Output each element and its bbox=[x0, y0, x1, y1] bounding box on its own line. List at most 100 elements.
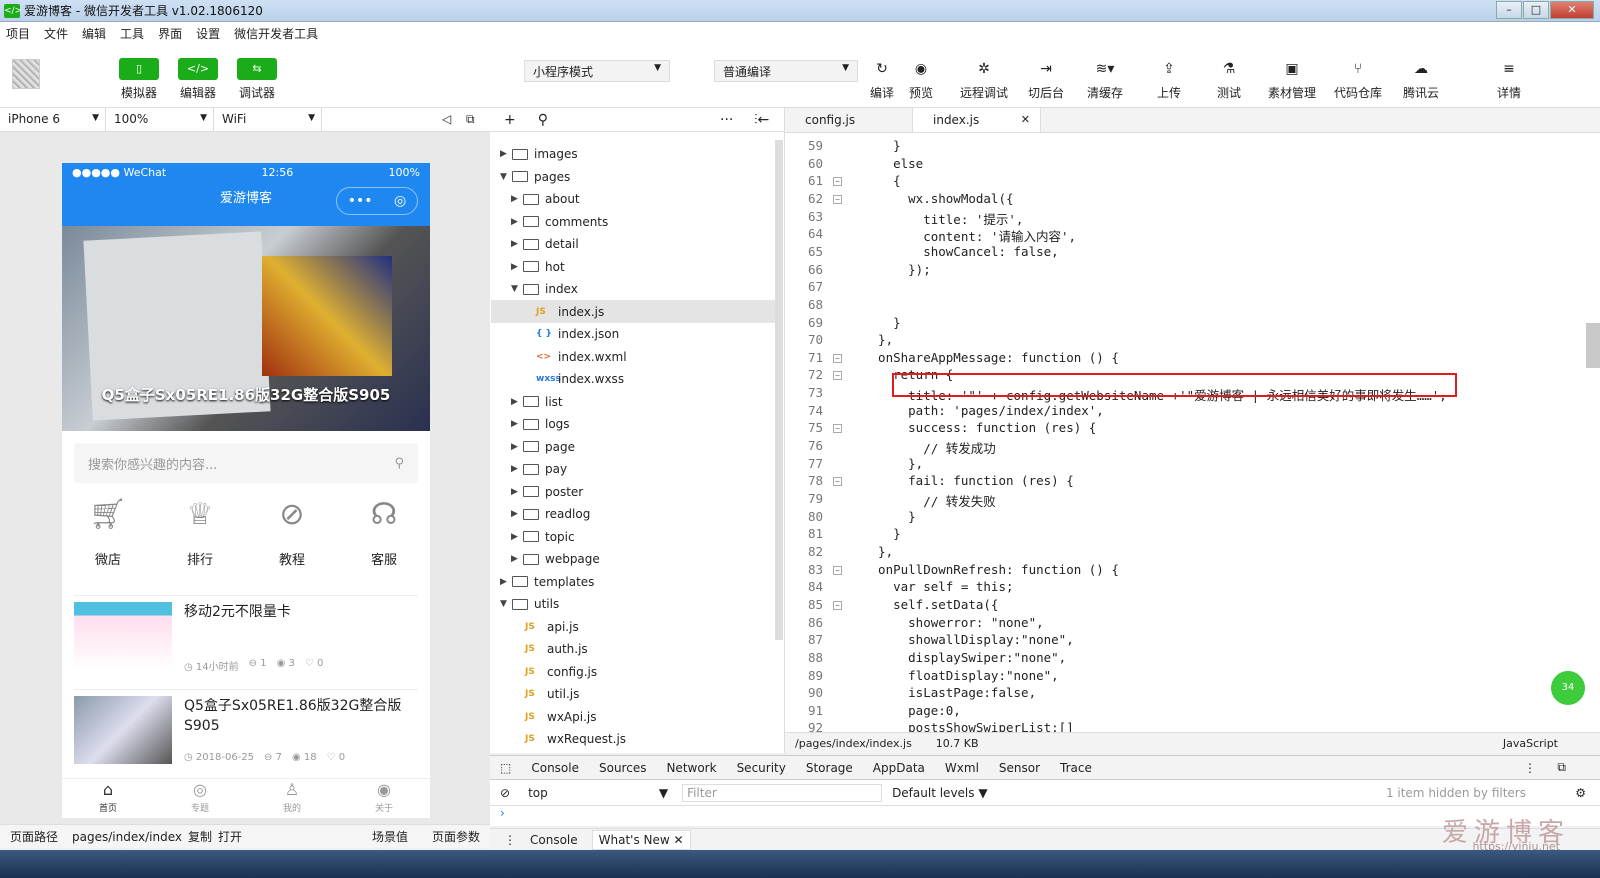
tree-item-index-json[interactable]: { } index.json bbox=[536, 323, 619, 345]
fold-toggle-icon[interactable]: − bbox=[833, 600, 842, 610]
tab-sensor[interactable]: Sensor bbox=[999, 761, 1040, 775]
category-rank[interactable]: ♕ 排行 bbox=[160, 497, 240, 568]
fold-toggle-icon[interactable]: − bbox=[833, 477, 842, 487]
category-tutorial[interactable]: ⊘ 教程 bbox=[252, 497, 332, 568]
language-mode[interactable]: JavaScript bbox=[1503, 737, 1558, 750]
fold-toggle-icon[interactable]: − bbox=[833, 565, 842, 575]
chevron-right-icon[interactable]: ▶ bbox=[511, 464, 523, 474]
more-icon[interactable]: ••• bbox=[348, 183, 373, 219]
menu-devtools[interactable]: 微信开发者工具 bbox=[234, 25, 318, 42]
editor-scrollbar[interactable] bbox=[1586, 323, 1600, 368]
fold-toggle-icon[interactable]: − bbox=[833, 194, 842, 204]
tree-item-topic[interactable]: ▶ topic bbox=[511, 526, 575, 548]
category-service[interactable]: ☊ 客服 bbox=[344, 497, 424, 568]
tab-console[interactable]: Console bbox=[531, 761, 579, 775]
fold-toggle-icon[interactable]: − bbox=[833, 424, 842, 434]
assets-button[interactable]: ▣ 素材管理 bbox=[1262, 58, 1322, 101]
chevron-right-icon[interactable]: ▶ bbox=[511, 487, 523, 497]
kebab-icon[interactable]: ⋮ bbox=[504, 833, 516, 847]
editor-toggle[interactable]: </> 编辑器 bbox=[178, 58, 218, 101]
tree-item-hot[interactable]: ▶ hot bbox=[511, 256, 565, 278]
tree-item-index-wxml[interactable]: <> index.wxml bbox=[536, 346, 627, 368]
repo-button[interactable]: ⑂ 代码仓库 bbox=[1328, 58, 1388, 101]
capsule-menu[interactable]: ••• ◎ bbox=[336, 187, 418, 215]
code-area[interactable]: 59 } 60 else 61− {62− wx.showModal({63 tit… bbox=[785, 133, 1600, 735]
volume-icon[interactable]: ◁ bbox=[442, 112, 451, 126]
tab-security[interactable]: Security bbox=[737, 761, 786, 775]
tree-item-index[interactable]: ▼ index bbox=[511, 278, 578, 300]
tree-item-readlog[interactable]: ▶ readlog bbox=[511, 503, 590, 525]
tree-item-webpage[interactable]: ▶ webpage bbox=[511, 548, 600, 570]
console-prompt[interactable]: › bbox=[490, 806, 1600, 826]
open-link[interactable]: 打开 bbox=[218, 828, 242, 845]
tree-item-index-wxss[interactable]: wxss index.wxss bbox=[536, 368, 624, 390]
drawer-tab-console[interactable]: Console bbox=[530, 833, 578, 847]
banner-swiper[interactable]: Q5盒子Sx05RE1.86版32G整合版S905 bbox=[62, 226, 430, 431]
tree-item-wxApi-js[interactable]: JS wxApi.js bbox=[525, 706, 596, 728]
context-select[interactable]: top ▼ bbox=[528, 786, 668, 800]
scene-value-button[interactable]: 场景值 bbox=[372, 828, 408, 845]
list-item[interactable]: Q5盒子Sx05RE1.86版32G整合版S905 ◷ 2018-06-25 ⊖… bbox=[74, 689, 418, 777]
tab-trace[interactable]: Trace bbox=[1060, 761, 1092, 775]
avatar[interactable] bbox=[12, 59, 40, 89]
simulator-toggle[interactable]: ▯ 模拟器 bbox=[119, 58, 159, 101]
tab-storage[interactable]: Storage bbox=[806, 761, 853, 775]
tab-sources[interactable]: Sources bbox=[599, 761, 646, 775]
chevron-right-icon[interactable]: ▶ bbox=[511, 194, 523, 204]
compile-select[interactable]: 普通编译 ▼ bbox=[714, 60, 858, 82]
minimize-button[interactable]: – bbox=[1496, 1, 1522, 19]
chevron-right-icon[interactable]: ▶ bbox=[511, 262, 523, 272]
dock-icon[interactable]: ⧉ bbox=[1557, 760, 1566, 775]
tab-about[interactable]: ◉ 关于 bbox=[338, 779, 430, 818]
tab-topics[interactable]: ◎ 专题 bbox=[154, 779, 246, 818]
chevron-right-icon[interactable]: ▶ bbox=[511, 554, 523, 564]
tree-item-list[interactable]: ▶ list bbox=[511, 391, 563, 413]
tree-item-poster[interactable]: ▶ poster bbox=[511, 481, 583, 503]
tree-item-images[interactable]: ▶ images bbox=[500, 143, 578, 165]
menu-edit[interactable]: 编辑 bbox=[82, 25, 106, 42]
page-params-button[interactable]: 页面参数 bbox=[432, 828, 480, 845]
clear-console-icon[interactable]: ⊘ bbox=[500, 786, 510, 800]
collapse-icon[interactable]: ⫶← bbox=[754, 112, 769, 128]
tree-item-config-js[interactable]: JS config.js bbox=[525, 661, 597, 683]
tree-item-auth-js[interactable]: JS auth.js bbox=[525, 638, 588, 660]
tree-item-util-js[interactable]: JS util.js bbox=[525, 683, 579, 705]
search-input[interactable]: 搜索你感兴趣的内容... ⚲ bbox=[74, 443, 418, 483]
details-button[interactable]: ≡ 详情 bbox=[1479, 58, 1539, 101]
test-button[interactable]: ⚗ 测试 bbox=[1199, 58, 1259, 101]
clear-cache-button[interactable]: ≋▾ 清缓存 bbox=[1075, 58, 1135, 101]
chevron-right-icon[interactable]: ▶ bbox=[511, 419, 523, 429]
close-window-button[interactable]: ✕ bbox=[1550, 1, 1594, 19]
maximize-button[interactable]: □ bbox=[1523, 1, 1549, 19]
tree-item-about[interactable]: ▶ about bbox=[511, 188, 580, 210]
levels-select[interactable]: Default levels ▼ bbox=[892, 786, 988, 800]
tab-config-js[interactable]: config.js bbox=[785, 108, 913, 132]
tab-home[interactable]: ⌂ 首页 bbox=[62, 779, 154, 818]
tree-item-comments[interactable]: ▶ comments bbox=[511, 211, 608, 233]
category-shop[interactable]: 🛒︎ 微店 bbox=[68, 497, 148, 568]
floating-badge[interactable]: 34 bbox=[1548, 668, 1588, 708]
close-icon[interactable]: ✕ bbox=[1021, 113, 1030, 126]
kebab-menu-icon[interactable]: ⋮ bbox=[1524, 761, 1536, 775]
chevron-down-icon[interactable]: ▼ bbox=[511, 284, 523, 294]
fold-toggle-icon[interactable]: − bbox=[833, 371, 842, 381]
chevron-right-icon[interactable]: ▶ bbox=[511, 509, 523, 519]
tencent-cloud-button[interactable]: ☁ 腾讯云 bbox=[1391, 58, 1451, 101]
chevron-right-icon[interactable]: ▶ bbox=[500, 577, 512, 587]
tree-item-detail[interactable]: ▶ detail bbox=[511, 233, 579, 255]
chevron-right-icon[interactable]: ▶ bbox=[511, 532, 523, 542]
search-icon[interactable]: ⚲ bbox=[394, 456, 404, 471]
tab-wxml[interactable]: Wxml bbox=[945, 761, 979, 775]
device-select[interactable]: iPhone 6 ▼ bbox=[0, 107, 106, 132]
tree-item-utils[interactable]: ▼ utils bbox=[500, 593, 559, 615]
preview-button[interactable]: ◉ 预览 bbox=[891, 58, 951, 101]
tree-item-wxRequest-js[interactable]: JS wxRequest.js bbox=[525, 728, 626, 750]
popout-icon[interactable]: ⧉ bbox=[466, 112, 475, 127]
menu-view[interactable]: 界面 bbox=[158, 25, 182, 42]
chevron-down-icon[interactable]: ▼ bbox=[500, 599, 512, 609]
tree-item-logs[interactable]: ▶ logs bbox=[511, 413, 570, 435]
tree-item-pages[interactable]: ▼ pages bbox=[500, 166, 570, 188]
chevron-right-icon[interactable]: ▶ bbox=[500, 149, 512, 159]
network-select[interactable]: WiFi ▼ bbox=[214, 107, 322, 132]
debugger-toggle[interactable]: ⇆ 调试器 bbox=[237, 58, 277, 101]
